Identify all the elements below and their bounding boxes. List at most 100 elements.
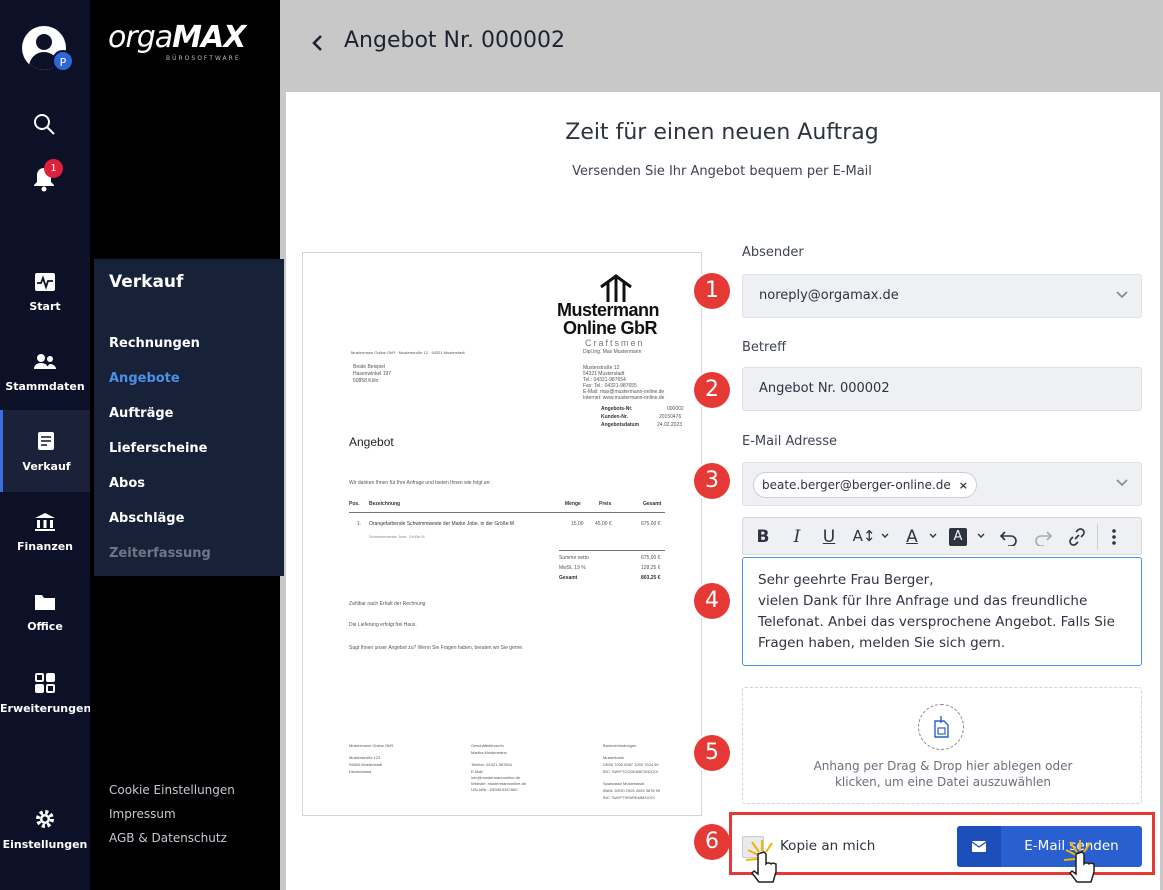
redo-icon[interactable] [1033, 528, 1053, 546]
offer-document-preview[interactable]: Mustermann Online GbR Craftsmen Dipl.Ing… [302, 252, 702, 816]
company-name-2: Online GbR [563, 318, 658, 338]
footer-text: info@mustermannonline.de [471, 775, 520, 780]
total-value: 803,25 € [641, 575, 661, 581]
more-vertical-icon[interactable] [1109, 527, 1119, 547]
font-size-button[interactable]: A↕ [849, 527, 879, 547]
footer-text: Bankverbindungen [603, 743, 637, 748]
company-name-1: Mustermann [557, 300, 660, 320]
rail-item-label: Erweiterungen [0, 702, 92, 715]
chevron-down-icon[interactable] [881, 533, 889, 539]
email-label: E-Mail Adresse [742, 434, 837, 449]
rail-item-einstellungen[interactable]: Einstellungen [0, 798, 90, 878]
rail-item-erweiterungen[interactable]: Erweiterungen [0, 662, 92, 742]
sender-label: Absender [742, 245, 804, 260]
rail-item-office[interactable]: Office [0, 582, 90, 662]
rail-item-start[interactable]: Start [0, 262, 90, 342]
sidebar-link-angebote[interactable]: Angebote [109, 371, 180, 386]
rail-item-label: Finanzen [16, 540, 74, 553]
sender-select[interactable]: noreply@orgamax.de [742, 274, 1142, 318]
step-marker-5: 5 [694, 735, 730, 771]
italic-button[interactable]: I [785, 527, 809, 547]
document-note: Zahlbar nach Erhalt der Rechnung [349, 601, 426, 607]
table-header: Gesamt [643, 501, 662, 507]
table-divider [349, 512, 665, 513]
footer-text: Musterstraße 123 [349, 755, 381, 760]
chevron-down-icon[interactable] [977, 533, 985, 539]
row-gesamt: 675,00 € [641, 521, 661, 527]
notification-badge: 1 [44, 159, 63, 178]
document-intro: Wir danken Ihnen für Ihre Anfrage und bi… [349, 480, 491, 486]
row-pos: 1. [357, 521, 362, 527]
message-line: vielen Dank für Ihre Anfrage und das fre… [758, 593, 1115, 651]
sender-line: Mustermann Online GbR · Musterstraße 12 … [351, 350, 465, 355]
footer-text: BIC: SWIFTSPAREMMXXXX [603, 795, 655, 800]
footer-text: E-Mail: [471, 769, 484, 774]
subject-input[interactable]: Angebot Nr. 000002 [742, 367, 1142, 411]
document-note: Die Lieferung erfolgt frei Haus. [349, 622, 417, 628]
orgamax-logo: orgaMAX [108, 20, 246, 55]
rail-item-finanzen[interactable]: Finanzen [0, 502, 90, 582]
total-label: Summe netto [559, 555, 589, 561]
footer-text: Telefon: 04321-987654 [471, 762, 512, 767]
footer-link-impressum[interactable]: Impressum [109, 807, 176, 821]
total-value: 675,00 € [641, 555, 661, 561]
footer-link-cookies[interactable]: Cookie Einstellungen [109, 783, 235, 797]
highlight-button[interactable]: A [949, 528, 967, 546]
chevron-down-icon[interactable] [929, 533, 937, 539]
back-arrow-icon[interactable] [308, 30, 326, 56]
gear-icon [36, 810, 54, 828]
undo-icon[interactable] [999, 528, 1019, 546]
table-header: Pos. [349, 501, 360, 507]
attachment-dropzone-circle [918, 704, 964, 750]
footer-text: Website: mustermannonline.de [471, 781, 527, 786]
sidebar-link-abschlaege[interactable]: Abschläge [109, 511, 184, 526]
row-desc: Orangefarbende Schwimmweste der Marke Jo… [369, 521, 515, 527]
meta-label: Angebots-Nr. [601, 406, 633, 412]
footer-text: USt-IdNr.: DE9810347860 [471, 787, 518, 792]
step-marker-3: 3 [694, 463, 730, 499]
totals-divider [559, 550, 665, 551]
company-tag: Craftsmen [585, 338, 645, 348]
bold-button[interactable]: B [751, 527, 775, 547]
footer-text: Martha Mustermann [471, 750, 507, 755]
pulse-icon [35, 273, 55, 291]
chip-remove-icon[interactable]: × [959, 479, 968, 492]
footer-text: Mustermann Online GbR [349, 743, 394, 748]
subject-label: Betreff [742, 340, 787, 355]
font-color-button[interactable]: A [901, 527, 923, 547]
total-value: 128,25 € [641, 565, 661, 571]
address-line: Internet: www.mustermann-online.de [583, 395, 665, 401]
row-menge: 15,00 [571, 521, 584, 527]
users-icon [34, 354, 56, 369]
attachment-dropzone[interactable]: Anhang per Drag & Drop hier ablegen oder… [742, 687, 1142, 804]
row-preis: 45,00 € [595, 521, 612, 527]
email-chip[interactable]: beate.berger@berger-online.de × [753, 472, 977, 498]
company-logo-icon [600, 274, 632, 302]
chevron-down-icon[interactable] [1115, 478, 1129, 488]
table-header: Menge [565, 501, 581, 507]
rail-item-verkauf[interactable]: Verkauf [0, 410, 90, 492]
email-recipients-field[interactable]: beate.berger@berger-online.de × [742, 462, 1142, 506]
sidebar-link-zeiterfassung[interactable]: Zeiterfassung [109, 546, 211, 561]
step-marker-2: 2 [694, 372, 730, 408]
recipient-line: Beate Beispiel [353, 364, 385, 370]
link-icon[interactable] [1067, 527, 1087, 547]
recipient-line: 50858 Köln [353, 378, 379, 384]
footer-link-agb[interactable]: AGB & Datenschutz [109, 831, 227, 845]
sidebar-link-abos[interactable]: Abos [109, 476, 145, 491]
table-header: Bezeichnung [369, 501, 401, 507]
receipt-icon [37, 432, 54, 450]
recipient-line: Hasenwinkel 197 [353, 371, 392, 377]
sidebar-link-auftraege[interactable]: Aufträge [109, 406, 174, 421]
meta-value: 000002 [667, 406, 684, 412]
search-icon[interactable] [32, 112, 56, 136]
message-editor[interactable]: Sehr geehrte Frau Berger, vielen Dank fü… [742, 557, 1142, 666]
sidebar-link-rechnungen[interactable]: Rechnungen [109, 336, 200, 351]
underline-button[interactable]: U [817, 527, 841, 547]
sidebar-link-lieferscheine[interactable]: Lieferscheine [109, 441, 207, 456]
table-header: Preis [599, 501, 612, 507]
meta-label: Kunden-Nr. [601, 414, 628, 420]
company-owner: Dipl.Ing. Max Mustermann [583, 349, 642, 355]
document-title: Angebot [349, 435, 394, 449]
bank-icon [35, 513, 55, 531]
